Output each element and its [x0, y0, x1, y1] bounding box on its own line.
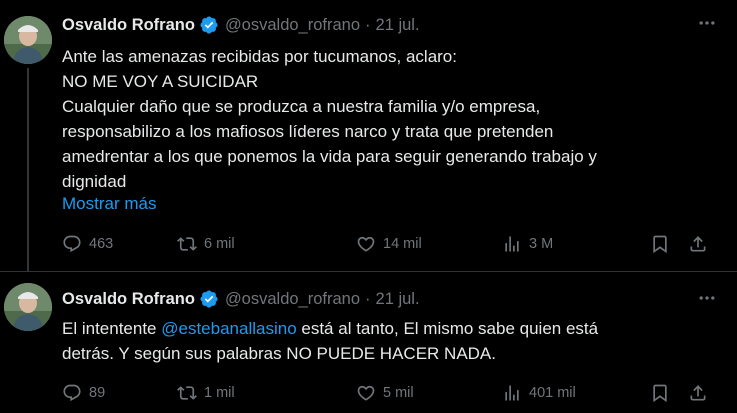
tweet-actions: 463 6 mil 14 mil 3 M: [62, 234, 722, 258]
mention-link[interactable]: @estebanallasino: [161, 319, 296, 338]
tweet-text: El intentente @estebanallasino está al t…: [62, 316, 722, 366]
tweet-text: Ante las amenazas recibidas por tucumano…: [62, 44, 722, 194]
tweet[interactable]: Osvaldo Rofrano @osvaldo_rofrano · 21 ju…: [0, 283, 737, 413]
tweet-text-line: Ante las amenazas recibidas por tucumano…: [62, 47, 457, 66]
avatar-photo: [4, 16, 52, 64]
author-handle[interactable]: @osvaldo_rofrano: [225, 290, 360, 309]
tweet-header: Osvaldo Rofrano @osvaldo_rofrano · 21 ju…: [62, 13, 420, 37]
share-icon: [690, 236, 706, 252]
views-button[interactable]: 401 mil: [502, 383, 576, 403]
views-chart-icon: [505, 385, 519, 401]
tweet-text-line: NO ME VOY A SUICIDAR: [62, 72, 259, 91]
reply-icon: [63, 384, 81, 402]
bookmark-icon: [653, 235, 667, 254]
more-icon: [699, 21, 715, 25]
heart-icon: [357, 385, 375, 401]
repost-count: 6 mil: [204, 236, 235, 252]
author-handle[interactable]: @osvaldo_rofrano: [225, 16, 360, 35]
separator-dot: ·: [365, 15, 371, 34]
like-count: 5 mil: [383, 385, 414, 401]
repost-button[interactable]: 6 mil: [177, 234, 235, 254]
show-more-link[interactable]: Mostrar más: [62, 194, 156, 214]
reply-count: 463: [89, 236, 114, 252]
bookmark-button[interactable]: [650, 234, 677, 254]
views-button[interactable]: 3 M: [502, 234, 553, 254]
repost-count: 1 mil: [204, 385, 235, 401]
bookmark-button[interactable]: [650, 383, 677, 403]
like-button[interactable]: 5 mil: [356, 383, 414, 403]
verified-badge-icon[interactable]: [199, 15, 219, 35]
tweet-actions: 89 1 mil 5 mil 401 mil: [62, 383, 722, 407]
bookmark-icon: [653, 384, 667, 403]
tweet-text-line: Cualquier daño que se produzca a nuestra…: [62, 97, 541, 116]
tweet-divider: [0, 271, 737, 272]
tweet-text-line: dignidad: [62, 172, 127, 191]
author-name[interactable]: Osvaldo Rofrano: [62, 290, 195, 309]
views-chart-icon: [505, 236, 519, 252]
tweet-text-part: El intentente: [62, 319, 162, 338]
tweet-text-line: responsabilizo a los mafiosos líderes na…: [62, 122, 554, 141]
like-count: 14 mil: [383, 236, 422, 252]
reply-count: 89: [89, 385, 106, 401]
views-count: 401 mil: [529, 385, 576, 401]
reply-icon: [63, 235, 81, 253]
share-icon: [690, 385, 706, 401]
share-button[interactable]: [688, 234, 715, 254]
more-options-button[interactable]: [696, 287, 718, 309]
author-name[interactable]: Osvaldo Rofrano: [62, 16, 195, 35]
more-icon: [699, 296, 715, 300]
reply-button[interactable]: 89: [62, 383, 105, 403]
repost-button[interactable]: 1 mil: [177, 383, 235, 403]
views-count: 3 M: [529, 236, 554, 252]
share-button[interactable]: [688, 383, 715, 403]
repost-icon: [177, 386, 197, 400]
repost-icon: [177, 237, 197, 251]
avatar[interactable]: [4, 16, 52, 64]
more-options-button[interactable]: [696, 12, 718, 34]
tweet-date[interactable]: 21 jul.: [376, 290, 420, 309]
heart-icon: [357, 236, 375, 252]
tweet-header: Osvaldo Rofrano @osvaldo_rofrano · 21 ju…: [62, 287, 420, 311]
avatar-photo: [4, 283, 52, 331]
avatar[interactable]: [4, 283, 52, 331]
tweet-text-line: amedrentar a los que ponemos la vida par…: [62, 147, 597, 166]
thread-line: [27, 68, 29, 271]
tweet[interactable]: Osvaldo Rofrano @osvaldo_rofrano · 21 ju…: [0, 0, 737, 271]
like-button[interactable]: 14 mil: [356, 234, 422, 254]
reply-button[interactable]: 463: [62, 234, 113, 254]
tweet-date[interactable]: 21 jul.: [376, 16, 420, 35]
verified-badge-icon[interactable]: [199, 289, 219, 309]
separator-dot: ·: [365, 289, 371, 308]
